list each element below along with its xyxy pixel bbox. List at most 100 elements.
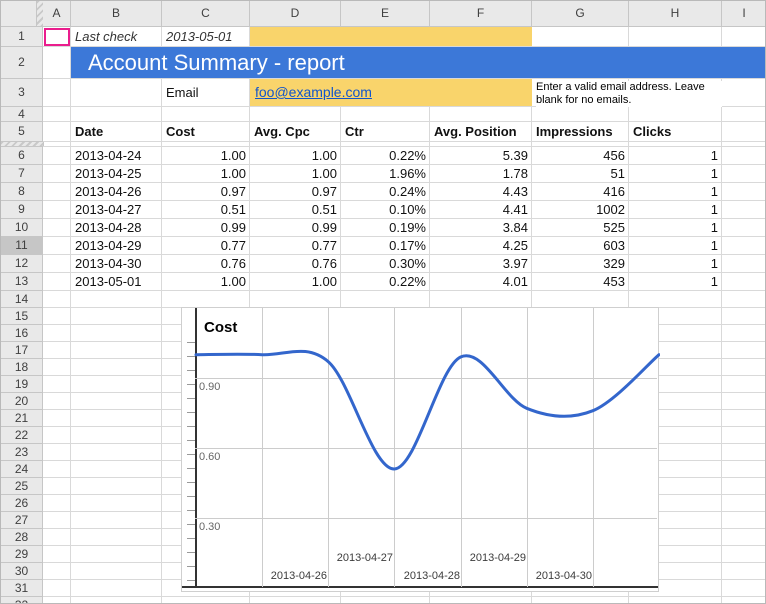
column-header-I[interactable]: I — [722, 1, 766, 27]
frozen-rows-handle[interactable] — [1, 142, 44, 147]
value-cell[interactable]: 0.30% — [341, 255, 430, 273]
value-cell[interactable]: 1 — [629, 237, 722, 255]
value-cell[interactable]: 0.76 — [250, 255, 341, 273]
value-cell[interactable]: 0.97 — [250, 183, 341, 201]
column-header-D[interactable]: D — [250, 1, 341, 27]
date-cell[interactable]: 2013-04-24 — [71, 147, 162, 165]
column-header-G[interactable]: G — [532, 1, 629, 27]
last-check-value[interactable]: 2013-05-01 — [162, 27, 250, 47]
value-cell[interactable]: 1 — [629, 201, 722, 219]
highlighted-input-cell[interactable] — [250, 27, 532, 46]
value-cell[interactable]: 1 — [629, 219, 722, 237]
row-header-11[interactable]: 11 — [1, 237, 43, 255]
value-cell[interactable]: 453 — [532, 273, 629, 291]
value-cell[interactable]: 1.00 — [162, 273, 250, 291]
value-cell[interactable]: 0.10% — [341, 201, 430, 219]
value-cell[interactable]: 0.51 — [250, 201, 341, 219]
row-header-23[interactable]: 23 — [1, 444, 43, 461]
column-header-F[interactable]: F — [430, 1, 532, 27]
row-header-31[interactable]: 31 — [1, 580, 43, 597]
value-cell[interactable]: 1 — [629, 147, 722, 165]
table-header-cost[interactable]: Cost — [162, 122, 250, 142]
last-check-label[interactable]: Last check — [71, 27, 162, 47]
selected-cell-a1[interactable] — [44, 28, 70, 46]
value-cell[interactable]: 1.00 — [162, 165, 250, 183]
row-header-3[interactable]: 3 — [1, 79, 43, 107]
row-header-19[interactable]: 19 — [1, 376, 43, 393]
row-header-22[interactable]: 22 — [1, 427, 43, 444]
value-cell[interactable]: 525 — [532, 219, 629, 237]
table-header-avg-position[interactable]: Avg. Position — [430, 122, 532, 142]
value-cell[interactable]: 0.17% — [341, 237, 430, 255]
row-header-32[interactable]: 32 — [1, 597, 43, 604]
value-cell[interactable]: 1.96% — [341, 165, 430, 183]
value-cell[interactable]: 1 — [629, 255, 722, 273]
select-all-corner[interactable] — [1, 1, 37, 27]
value-cell[interactable]: 0.99 — [250, 219, 341, 237]
value-cell[interactable]: 4.25 — [430, 237, 532, 255]
row-header-21[interactable]: 21 — [1, 410, 43, 427]
value-cell[interactable]: 0.77 — [162, 237, 250, 255]
embedded-cost-chart[interactable]: Cost 0.300.600.902013-04-262013-04-27201… — [181, 307, 659, 592]
row-header-26[interactable]: 26 — [1, 495, 43, 512]
row-header-18[interactable]: 18 — [1, 359, 43, 376]
email-label[interactable]: Email — [162, 79, 250, 107]
value-cell[interactable]: 4.01 — [430, 273, 532, 291]
row-header-24[interactable]: 24 — [1, 461, 43, 478]
date-cell[interactable]: 2013-04-30 — [71, 255, 162, 273]
value-cell[interactable]: 1.00 — [162, 147, 250, 165]
value-cell[interactable]: 4.41 — [430, 201, 532, 219]
table-header-clicks[interactable]: Clicks — [629, 122, 722, 142]
value-cell[interactable]: 416 — [532, 183, 629, 201]
value-cell[interactable]: 0.77 — [250, 237, 341, 255]
value-cell[interactable]: 1.00 — [250, 273, 341, 291]
value-cell[interactable]: 0.24% — [341, 183, 430, 201]
value-cell[interactable]: 1 — [629, 273, 722, 291]
row-header-20[interactable]: 20 — [1, 393, 43, 410]
value-cell[interactable]: 0.22% — [341, 147, 430, 165]
value-cell[interactable]: 0.99 — [162, 219, 250, 237]
value-cell[interactable]: 0.97 — [162, 183, 250, 201]
date-cell[interactable]: 2013-04-26 — [71, 183, 162, 201]
value-cell[interactable]: 0.51 — [162, 201, 250, 219]
date-cell[interactable]: 2013-04-25 — [71, 165, 162, 183]
value-cell[interactable]: 603 — [532, 237, 629, 255]
column-header-H[interactable]: H — [629, 1, 722, 27]
table-header-date[interactable]: Date — [71, 122, 162, 142]
row-header-25[interactable]: 25 — [1, 478, 43, 495]
table-header-impressions[interactable]: Impressions — [532, 122, 629, 142]
row-header-13[interactable]: 13 — [1, 273, 43, 291]
row-header-12[interactable]: 12 — [1, 255, 43, 273]
value-cell[interactable]: 1002 — [532, 201, 629, 219]
row-header-16[interactable]: 16 — [1, 325, 43, 342]
date-cell[interactable]: 2013-04-27 — [71, 201, 162, 219]
row-header-1[interactable]: 1 — [1, 27, 43, 47]
value-cell[interactable]: 1 — [629, 183, 722, 201]
row-header-27[interactable]: 27 — [1, 512, 43, 529]
value-cell[interactable]: 1.00 — [250, 147, 341, 165]
row-header-4[interactable]: 4 — [1, 107, 43, 122]
row-header-8[interactable]: 8 — [1, 183, 43, 201]
value-cell[interactable]: 0.76 — [162, 255, 250, 273]
row-header-28[interactable]: 28 — [1, 529, 43, 546]
column-header-B[interactable]: B — [71, 1, 162, 27]
date-cell[interactable]: 2013-05-01 — [71, 273, 162, 291]
value-cell[interactable]: 3.84 — [430, 219, 532, 237]
value-cell[interactable]: 456 — [532, 147, 629, 165]
column-header-A[interactable]: A — [43, 1, 71, 27]
value-cell[interactable]: 329 — [532, 255, 629, 273]
value-cell[interactable]: 1.00 — [250, 165, 341, 183]
value-cell[interactable]: 1.78 — [430, 165, 532, 183]
row-header-6[interactable]: 6 — [1, 147, 43, 165]
date-cell[interactable]: 2013-04-29 — [71, 237, 162, 255]
value-cell[interactable]: 51 — [532, 165, 629, 183]
table-header-avg-cpc[interactable]: Avg. Cpc — [250, 122, 341, 142]
row-header-7[interactable]: 7 — [1, 165, 43, 183]
value-cell[interactable]: 0.22% — [341, 273, 430, 291]
row-header-30[interactable]: 30 — [1, 563, 43, 580]
value-cell[interactable]: 0.19% — [341, 219, 430, 237]
row-header-5[interactable]: 5 — [1, 122, 43, 142]
email-input-cell[interactable]: foo@example.com — [250, 79, 532, 106]
value-cell[interactable]: 3.97 — [430, 255, 532, 273]
row-header-17[interactable]: 17 — [1, 342, 43, 359]
